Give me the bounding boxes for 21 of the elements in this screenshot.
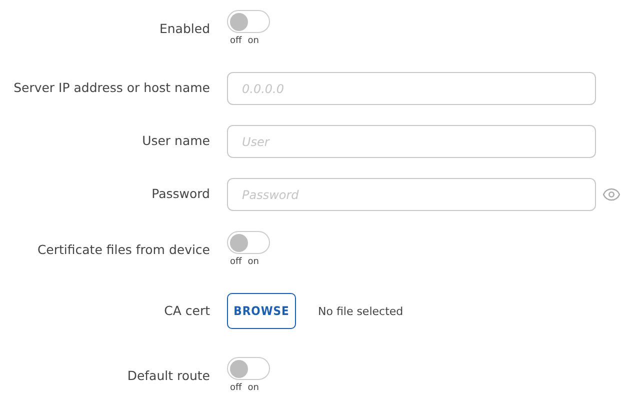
field-label: Default route — [126, 367, 211, 383]
toggle-switch[interactable] — [227, 10, 270, 33]
on-caption: on — [248, 383, 259, 394]
field-label: User name — [141, 132, 211, 148]
text-field[interactable]: 0.0.0.0 — [227, 72, 596, 105]
file-status: No file selected — [318, 304, 404, 318]
browse-button[interactable]: BROWSE — [227, 293, 296, 329]
off-caption: off — [230, 383, 242, 394]
on-caption: on — [248, 257, 259, 268]
field-label: Enabled — [158, 20, 211, 36]
field-label: CA cert — [163, 302, 211, 318]
on-caption: on — [248, 36, 259, 47]
off-caption: off — [230, 36, 242, 47]
field-label: Server IP address or host name — [12, 79, 211, 95]
toggle-switch[interactable] — [227, 357, 270, 380]
field-label: Password — [150, 185, 211, 201]
off-caption: off — [230, 257, 242, 268]
toggle-switch[interactable] — [227, 231, 270, 254]
text-field[interactable]: User — [227, 125, 596, 158]
field-label: Certificate files from device — [36, 241, 211, 257]
password-field[interactable]: Password — [227, 178, 596, 211]
